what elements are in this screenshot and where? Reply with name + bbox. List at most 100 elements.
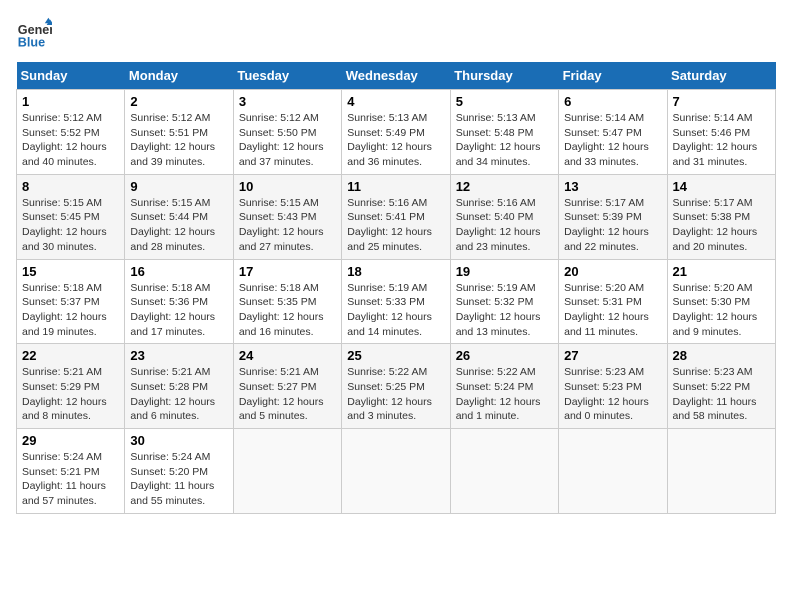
day-number: 21	[673, 264, 770, 279]
col-header-friday: Friday	[559, 62, 667, 90]
calendar-cell: 7 Sunrise: 5:14 AM Sunset: 5:46 PM Daylig…	[667, 90, 775, 175]
day-number: 14	[673, 179, 770, 194]
day-number: 25	[347, 348, 444, 363]
calendar-cell	[450, 429, 558, 514]
calendar-cell: 24 Sunrise: 5:21 AM Sunset: 5:27 PM Dayli…	[233, 344, 341, 429]
col-header-thursday: Thursday	[450, 62, 558, 90]
calendar-cell: 23 Sunrise: 5:21 AM Sunset: 5:28 PM Dayli…	[125, 344, 233, 429]
day-info: Sunrise: 5:14 AM Sunset: 5:46 PM Dayligh…	[673, 111, 770, 170]
calendar-cell: 27 Sunrise: 5:23 AM Sunset: 5:23 PM Dayli…	[559, 344, 667, 429]
day-info: Sunrise: 5:18 AM Sunset: 5:35 PM Dayligh…	[239, 281, 336, 340]
day-number: 10	[239, 179, 336, 194]
day-number: 15	[22, 264, 119, 279]
calendar-cell: 19Sunrise: 5:19 AM Sunset: 5:32 PM Dayli…	[450, 259, 558, 344]
day-info: Sunrise: 5:13 AM Sunset: 5:49 PM Dayligh…	[347, 111, 444, 170]
day-info: Sunrise: 5:23 AM Sunset: 5:22 PM Dayligh…	[673, 365, 770, 424]
calendar-cell: 14 Sunrise: 5:17 AM Sunset: 5:38 PM Dayli…	[667, 174, 775, 259]
day-number: 23	[130, 348, 227, 363]
day-number: 19	[456, 264, 553, 279]
day-info: Sunrise: 5:19 AM Sunset: 5:33 PM Dayligh…	[347, 281, 444, 340]
day-info: Sunrise: 5:24 AM Sunset: 5:21 PM Dayligh…	[22, 450, 119, 509]
day-number: 28	[673, 348, 770, 363]
day-info: Sunrise: 5:20 AM Sunset: 5:31 PM Dayligh…	[564, 281, 661, 340]
calendar-cell: 18 Sunrise: 5:19 AM Sunset: 5:33 PM Dayli…	[342, 259, 450, 344]
calendar-cell	[559, 429, 667, 514]
day-number: 17	[239, 264, 336, 279]
day-info: Sunrise: 5:21 AM Sunset: 5:28 PM Dayligh…	[130, 365, 227, 424]
day-number: 30	[130, 433, 227, 448]
day-number: 4	[347, 94, 444, 109]
logo: General Blue	[16, 16, 56, 52]
calendar-cell: 29 Sunrise: 5:24 AM Sunset: 5:21 PM Dayli…	[17, 429, 125, 514]
col-header-wednesday: Wednesday	[342, 62, 450, 90]
day-number: 8	[22, 179, 119, 194]
calendar-cell: 12Sunrise: 5:16 AM Sunset: 5:40 PM Dayli…	[450, 174, 558, 259]
day-info: Sunrise: 5:12 AM Sunset: 5:51 PM Dayligh…	[130, 111, 227, 170]
day-info: Sunrise: 5:21 AM Sunset: 5:29 PM Dayligh…	[22, 365, 119, 424]
day-number: 9	[130, 179, 227, 194]
calendar-cell: 11 Sunrise: 5:16 AM Sunset: 5:41 PM Dayli…	[342, 174, 450, 259]
day-info: Sunrise: 5:21 AM Sunset: 5:27 PM Dayligh…	[239, 365, 336, 424]
day-number: 6	[564, 94, 661, 109]
day-info: Sunrise: 5:18 AM Sunset: 5:36 PM Dayligh…	[130, 281, 227, 340]
day-number: 16	[130, 264, 227, 279]
day-info: Sunrise: 5:17 AM Sunset: 5:39 PM Dayligh…	[564, 196, 661, 255]
calendar-cell: 4 Sunrise: 5:13 AM Sunset: 5:49 PM Daylig…	[342, 90, 450, 175]
calendar-cell	[233, 429, 341, 514]
col-header-monday: Monday	[125, 62, 233, 90]
calendar-cell: 10 Sunrise: 5:15 AM Sunset: 5:43 PM Dayli…	[233, 174, 341, 259]
day-info: Sunrise: 5:22 AM Sunset: 5:25 PM Dayligh…	[347, 365, 444, 424]
calendar-cell: 3 Sunrise: 5:12 AM Sunset: 5:50 PM Daylig…	[233, 90, 341, 175]
day-number: 1	[22, 94, 119, 109]
day-info: Sunrise: 5:15 AM Sunset: 5:45 PM Dayligh…	[22, 196, 119, 255]
calendar-table: SundayMondayTuesdayWednesdayThursdayFrid…	[16, 62, 776, 514]
day-number: 3	[239, 94, 336, 109]
day-number: 11	[347, 179, 444, 194]
day-number: 7	[673, 94, 770, 109]
page-header: General Blue	[16, 16, 776, 52]
day-number: 27	[564, 348, 661, 363]
calendar-cell: 25 Sunrise: 5:22 AM Sunset: 5:25 PM Dayli…	[342, 344, 450, 429]
logo-icon: General Blue	[16, 16, 52, 52]
day-info: Sunrise: 5:15 AM Sunset: 5:44 PM Dayligh…	[130, 196, 227, 255]
day-info: Sunrise: 5:23 AM Sunset: 5:23 PM Dayligh…	[564, 365, 661, 424]
day-number: 12	[456, 179, 553, 194]
calendar-cell: 30 Sunrise: 5:24 AM Sunset: 5:20 PM Dayli…	[125, 429, 233, 514]
day-number: 29	[22, 433, 119, 448]
day-number: 22	[22, 348, 119, 363]
day-info: Sunrise: 5:15 AM Sunset: 5:43 PM Dayligh…	[239, 196, 336, 255]
calendar-cell	[667, 429, 775, 514]
day-number: 13	[564, 179, 661, 194]
day-number: 20	[564, 264, 661, 279]
day-number: 2	[130, 94, 227, 109]
calendar-cell: 13 Sunrise: 5:17 AM Sunset: 5:39 PM Dayli…	[559, 174, 667, 259]
calendar-cell: 15 Sunrise: 5:18 AM Sunset: 5:37 PM Dayli…	[17, 259, 125, 344]
day-info: Sunrise: 5:22 AM Sunset: 5:24 PM Dayligh…	[456, 365, 553, 424]
day-info: Sunrise: 5:12 AM Sunset: 5:50 PM Dayligh…	[239, 111, 336, 170]
day-number: 5	[456, 94, 553, 109]
day-number: 18	[347, 264, 444, 279]
day-info: Sunrise: 5:17 AM Sunset: 5:38 PM Dayligh…	[673, 196, 770, 255]
calendar-cell: 1 Sunrise: 5:12 AM Sunset: 5:52 PM Daylig…	[17, 90, 125, 175]
day-info: Sunrise: 5:18 AM Sunset: 5:37 PM Dayligh…	[22, 281, 119, 340]
day-info: Sunrise: 5:16 AM Sunset: 5:41 PM Dayligh…	[347, 196, 444, 255]
day-info: Sunrise: 5:24 AM Sunset: 5:20 PM Dayligh…	[130, 450, 227, 509]
calendar-cell: 26 Sunrise: 5:22 AM Sunset: 5:24 PM Dayli…	[450, 344, 558, 429]
calendar-cell: 9 Sunrise: 5:15 AM Sunset: 5:44 PM Daylig…	[125, 174, 233, 259]
day-info: Sunrise: 5:12 AM Sunset: 5:52 PM Dayligh…	[22, 111, 119, 170]
col-header-tuesday: Tuesday	[233, 62, 341, 90]
day-info: Sunrise: 5:14 AM Sunset: 5:47 PM Dayligh…	[564, 111, 661, 170]
calendar-cell	[342, 429, 450, 514]
day-info: Sunrise: 5:13 AM Sunset: 5:48 PM Dayligh…	[456, 111, 553, 170]
day-number: 26	[456, 348, 553, 363]
calendar-cell: 20 Sunrise: 5:20 AM Sunset: 5:31 PM Dayli…	[559, 259, 667, 344]
calendar-cell: 6 Sunrise: 5:14 AM Sunset: 5:47 PM Daylig…	[559, 90, 667, 175]
svg-text:Blue: Blue	[18, 36, 45, 50]
calendar-cell: 5 Sunrise: 5:13 AM Sunset: 5:48 PM Daylig…	[450, 90, 558, 175]
calendar-cell: 16 Sunrise: 5:18 AM Sunset: 5:36 PM Dayli…	[125, 259, 233, 344]
calendar-cell: 17 Sunrise: 5:18 AM Sunset: 5:35 PM Dayli…	[233, 259, 341, 344]
day-info: Sunrise: 5:20 AM Sunset: 5:30 PM Dayligh…	[673, 281, 770, 340]
calendar-cell: 2 Sunrise: 5:12 AM Sunset: 5:51 PM Daylig…	[125, 90, 233, 175]
calendar-cell: 21 Sunrise: 5:20 AM Sunset: 5:30 PM Dayli…	[667, 259, 775, 344]
day-number: 24	[239, 348, 336, 363]
